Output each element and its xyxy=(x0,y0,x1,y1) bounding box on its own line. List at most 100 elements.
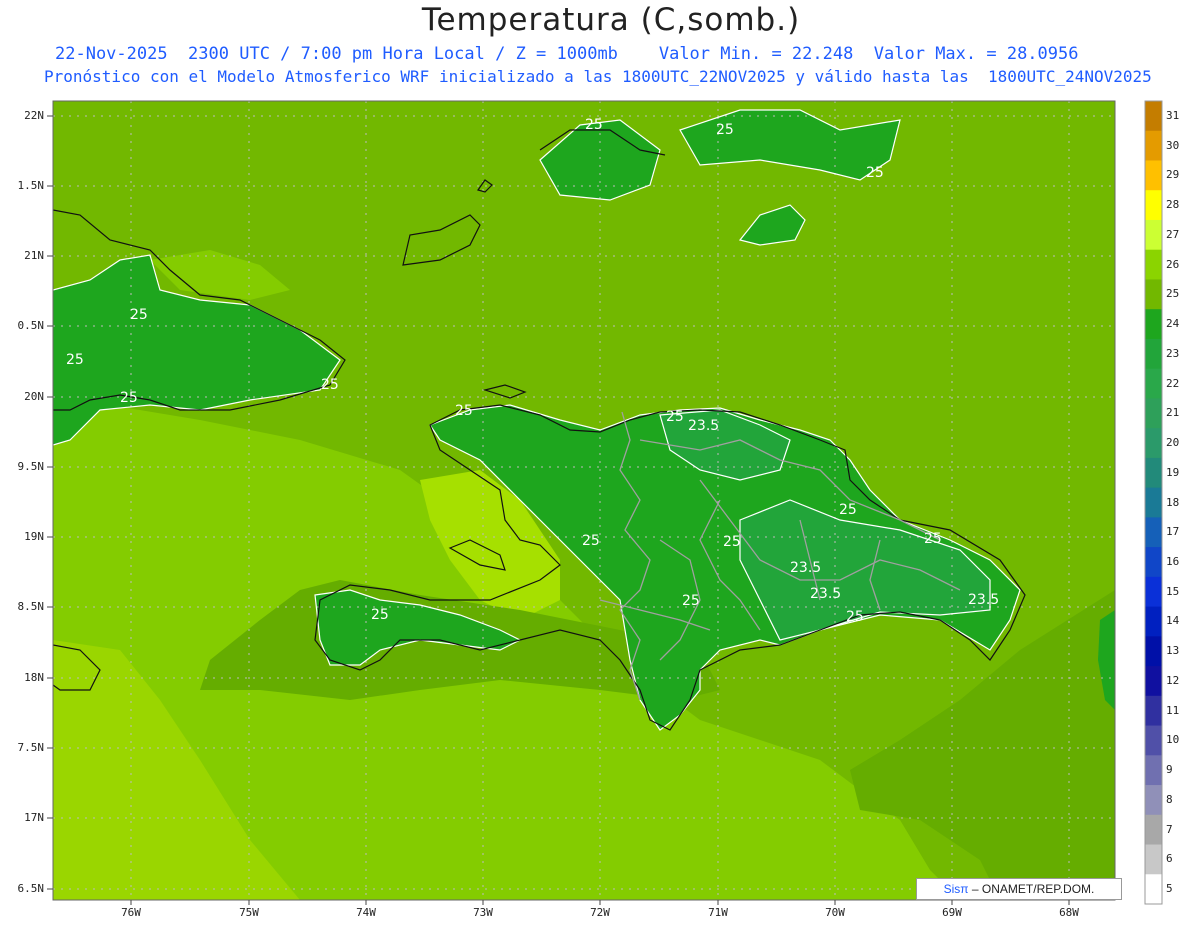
contour-label: 25 xyxy=(120,390,138,406)
lat-label: 17N xyxy=(24,811,44,824)
lon-label: 75W xyxy=(239,906,259,919)
contour-label: 23.5 xyxy=(688,418,719,434)
colorbar-swatch xyxy=(1145,279,1162,310)
colorbar-swatch xyxy=(1145,725,1162,756)
contour-label: 25 xyxy=(66,352,84,368)
lat-label: 22N xyxy=(24,109,44,122)
colorbar-label: 19 xyxy=(1166,465,1180,479)
colorbar-swatch xyxy=(1145,487,1162,518)
contour-label: 25 xyxy=(321,377,339,393)
lon-label: 70W xyxy=(825,906,845,919)
colorbar-swatch xyxy=(1145,219,1162,251)
colorbar-label: 31 xyxy=(1166,108,1180,122)
colorbar xyxy=(1144,100,1163,905)
colorbar-label: 8 xyxy=(1166,792,1173,806)
lat-label: 7.5N xyxy=(17,741,45,754)
colorbar-swatch xyxy=(1145,160,1162,191)
colorbar-swatch xyxy=(1145,338,1162,370)
colorbar-label: 9 xyxy=(1166,763,1173,777)
lon-label: 76W xyxy=(121,906,141,919)
contour-label: 25 xyxy=(716,122,734,138)
colorbar-swatch xyxy=(1145,785,1162,816)
colorbar-swatch xyxy=(1145,428,1162,459)
colorbar-label: 28 xyxy=(1166,198,1180,212)
colorbar-label: 14 xyxy=(1166,614,1180,628)
colorbar-swatch xyxy=(1145,547,1162,578)
colorbar-label: 5 xyxy=(1166,882,1173,896)
credit-text: – ONAMET/REP.DOM. xyxy=(971,882,1095,896)
contour-label: 25 xyxy=(846,609,864,625)
colorbar-swatch xyxy=(1145,249,1162,280)
colorbar-swatch xyxy=(1145,874,1162,905)
colorbar-swatch xyxy=(1145,457,1162,489)
colorbar-label: 25 xyxy=(1166,287,1180,301)
colorbar-label: 15 xyxy=(1166,584,1180,598)
lon-label: 74W xyxy=(356,906,376,919)
colorbar-label: 22 xyxy=(1166,376,1180,390)
colorbar-label: 27 xyxy=(1166,227,1180,241)
colorbar-swatch xyxy=(1145,101,1162,132)
colorbar-label: 24 xyxy=(1166,317,1180,331)
contour-label: 25 xyxy=(130,307,148,323)
colorbar-swatch xyxy=(1145,309,1162,340)
colorbar-swatch xyxy=(1145,576,1162,608)
colorbar-swatch xyxy=(1145,844,1162,875)
lat-label: 21N xyxy=(24,249,44,262)
contour-label: 25 xyxy=(371,607,389,623)
lon-label: 71W xyxy=(708,906,728,919)
credit-logo-text: Sisπ xyxy=(943,882,969,896)
lat-label: 20N xyxy=(24,390,44,403)
lat-label: 8.5N xyxy=(17,600,45,613)
colorbar-label: 29 xyxy=(1166,168,1180,182)
colorbar-label: 16 xyxy=(1166,554,1180,568)
colorbar-label: 21 xyxy=(1166,406,1180,420)
colorbar-label: 7 xyxy=(1166,822,1173,836)
colorbar-swatch xyxy=(1145,517,1162,548)
colorbar-swatch xyxy=(1145,368,1162,399)
temperature-map: 25 25 25 25 25 25 25 25 25 25 25 25 23.5… xyxy=(47,100,1163,905)
lat-label: 18N xyxy=(24,671,44,684)
contour-label: 25 xyxy=(682,593,700,609)
lat-label: 19N xyxy=(24,530,44,543)
colorbar-swatch xyxy=(1145,695,1162,727)
colorbar-swatch xyxy=(1145,636,1162,667)
colorbar-label: 20 xyxy=(1166,436,1180,450)
colorbar-label: 30 xyxy=(1166,138,1180,152)
colorbar-label: 13 xyxy=(1166,644,1180,658)
colorbar-swatch xyxy=(1145,606,1162,637)
colorbar-swatch xyxy=(1145,755,1162,786)
colorbar-label: 23 xyxy=(1166,346,1180,360)
contour-label: 25 xyxy=(455,403,473,419)
contour-label: 25 xyxy=(582,533,600,549)
lon-label: 69W xyxy=(942,906,962,919)
lat-label: 9.5N xyxy=(17,460,45,473)
colorbar-swatch xyxy=(1145,130,1162,161)
colorbar-label: 26 xyxy=(1166,257,1180,271)
contour-label: 25 xyxy=(839,502,857,518)
lon-label: 73W xyxy=(473,906,493,919)
lat-label: 6.5N xyxy=(17,882,45,895)
lon-label: 72W xyxy=(590,906,610,919)
contour-label: 23.5 xyxy=(968,592,999,608)
lat-label: 1.5N xyxy=(17,179,45,192)
lat-label: 0.5N xyxy=(17,319,45,332)
colorbar-label: 6 xyxy=(1166,852,1173,866)
credit-box: Sisπ – ONAMET/REP.DOM. xyxy=(916,878,1122,900)
colorbar-label: 18 xyxy=(1166,495,1180,509)
colorbar-swatch xyxy=(1145,666,1162,697)
colorbar-swatch xyxy=(1145,398,1162,429)
contour-label: 25 xyxy=(866,165,884,181)
contour-label: 25 xyxy=(585,117,603,133)
contour-label: 25 xyxy=(723,534,741,550)
contour-label: 23.5 xyxy=(810,586,841,602)
colorbar-label: 17 xyxy=(1166,525,1180,539)
colorbar-label: 10 xyxy=(1166,733,1180,747)
colorbar-swatch xyxy=(1145,814,1162,846)
colorbar-label: 12 xyxy=(1166,673,1180,687)
contour-label: 25 xyxy=(666,409,684,425)
contour-label: 25 xyxy=(924,531,942,547)
contour-label: 23.5 xyxy=(790,560,821,576)
colorbar-swatch xyxy=(1145,190,1162,221)
lon-label: 68W xyxy=(1059,906,1079,919)
colorbar-label: 11 xyxy=(1166,703,1180,717)
